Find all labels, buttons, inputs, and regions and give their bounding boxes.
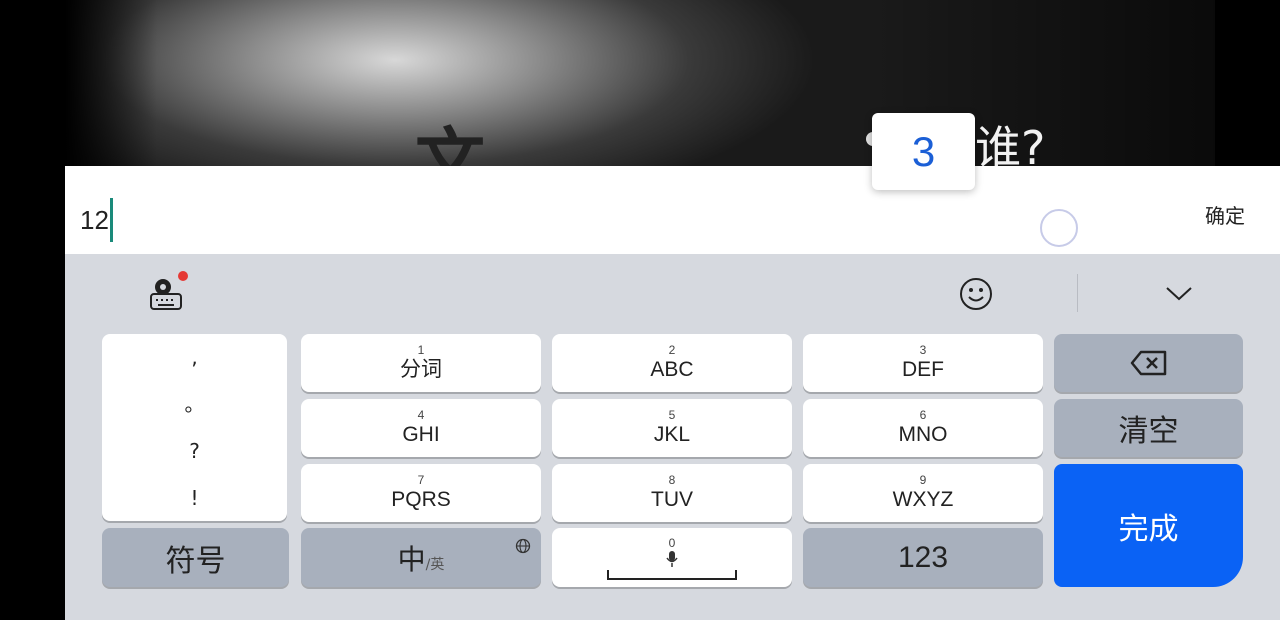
background-graphic: 文 bbox=[415, 120, 495, 170]
globe-icon bbox=[515, 538, 531, 554]
done-button[interactable]: 完成 bbox=[1054, 464, 1243, 587]
key-label: MNO bbox=[898, 423, 948, 446]
key-label: TUV bbox=[651, 488, 693, 511]
key-label: ABC bbox=[650, 358, 694, 381]
clear-key[interactable]: 清空 bbox=[1054, 399, 1243, 457]
key-number: 0 bbox=[668, 535, 676, 550]
key-number: 2 bbox=[668, 343, 676, 357]
key-number: 3 bbox=[919, 343, 927, 357]
key-number: 6 bbox=[919, 408, 927, 422]
input-bar: 12 确定 bbox=[65, 166, 1280, 254]
key-1[interactable]: 1 分词 bbox=[301, 334, 541, 392]
key-label: WXYZ bbox=[892, 488, 954, 511]
punct-exclamation[interactable]: ! bbox=[190, 475, 198, 522]
space-key[interactable]: 0 bbox=[552, 528, 792, 587]
backspace-icon bbox=[1130, 350, 1166, 376]
key-number: 1 bbox=[417, 343, 425, 357]
numeric-key[interactable]: 123 bbox=[803, 528, 1043, 587]
emoji-icon[interactable] bbox=[958, 276, 994, 312]
key-4[interactable]: 4 GHI bbox=[301, 399, 541, 457]
key-label: JKL bbox=[653, 423, 691, 446]
candidate-popup[interactable]: 3 bbox=[872, 113, 975, 190]
punct-period[interactable]: 。 bbox=[185, 381, 205, 428]
punct-comma[interactable]: , bbox=[191, 334, 197, 381]
key-number: 9 bbox=[919, 473, 927, 487]
key-6[interactable]: 6 MNO bbox=[803, 399, 1043, 457]
lang-main: 中 bbox=[397, 542, 426, 576]
key-5[interactable]: 5 JKL bbox=[552, 399, 792, 457]
keyboard-settings-icon[interactable] bbox=[148, 276, 184, 312]
collapse-chevron-icon[interactable] bbox=[1164, 282, 1194, 304]
key-number: 8 bbox=[668, 473, 676, 487]
key-8[interactable]: 8 TUV bbox=[552, 464, 792, 522]
microphone-icon bbox=[666, 550, 678, 567]
clear-label: 清空 bbox=[1118, 414, 1179, 449]
key-number: 5 bbox=[668, 408, 676, 422]
language-label: 中/英 bbox=[398, 538, 445, 578]
toolbar-divider bbox=[1077, 274, 1078, 312]
numeric-label: 123 bbox=[897, 540, 949, 574]
key-label: DEF bbox=[902, 358, 944, 381]
key-label: 分词 bbox=[400, 358, 442, 381]
text-caret bbox=[109, 198, 113, 242]
symbol-label: 符号 bbox=[165, 543, 226, 579]
lang-sub: /英 bbox=[425, 556, 445, 573]
punct-question[interactable]: ? bbox=[189, 428, 200, 475]
punctuation-key[interactable]: , 。 ? ! bbox=[102, 334, 287, 521]
input-value: 12 bbox=[80, 204, 109, 235]
text-input[interactable]: 12 bbox=[80, 198, 113, 242]
right-letterbox bbox=[1215, 0, 1280, 170]
key-number: 7 bbox=[417, 473, 425, 487]
key-label: GHI bbox=[402, 423, 440, 446]
key-3[interactable]: 3 DEF bbox=[803, 334, 1043, 392]
notification-dot bbox=[178, 271, 188, 281]
backspace-key[interactable] bbox=[1054, 334, 1243, 392]
symbol-key[interactable]: 符号 bbox=[102, 528, 289, 587]
key-7[interactable]: 7 PQRS bbox=[301, 464, 541, 522]
key-number: 4 bbox=[417, 408, 425, 422]
space-content: 0 bbox=[607, 536, 737, 580]
done-label: 完成 bbox=[1118, 511, 1179, 547]
left-letterbox bbox=[0, 0, 65, 620]
confirm-button[interactable]: 确定 bbox=[1205, 200, 1245, 229]
keyboard: , 。 ? ! 1 分词 2 ABC 3 DEF 4 GHI 5 JKL 6 M… bbox=[65, 254, 1280, 620]
language-switch-key[interactable]: 中/英 bbox=[301, 528, 541, 587]
key-2[interactable]: 2 ABC bbox=[552, 334, 792, 392]
key-label: PQRS bbox=[391, 488, 451, 511]
key-9[interactable]: 9 WXYZ bbox=[803, 464, 1043, 522]
touch-indicator bbox=[1040, 209, 1078, 247]
space-bar-glyph bbox=[607, 569, 737, 580]
